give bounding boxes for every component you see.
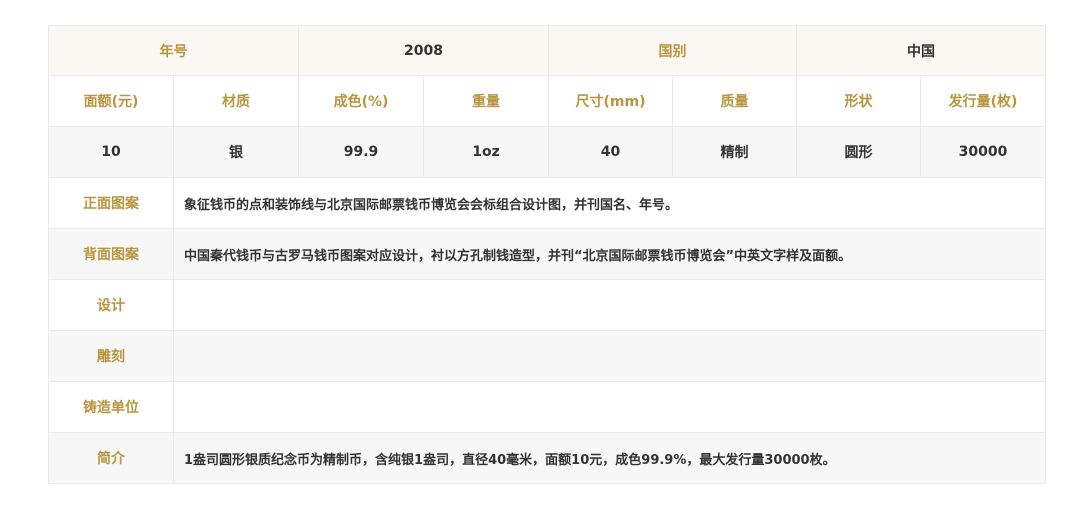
obverse-row: 正面图案 象征钱币的点和装饰线与北京国际邮票钱币博览会会标组合设计图，并刊国名、… (48, 177, 1046, 229)
summary-value: 1盎司圆形银质纪念币为精制币，含纯银1盎司，直径40毫米，面额10元，成色99.… (173, 432, 1046, 484)
header-row: 年号 2008 国别 中国 (48, 25, 1046, 76)
reverse-row: 背面图案 中国秦代钱币与古罗马钱币图案对应设计，衬以方孔制钱造型，并刊“北京国际… (48, 228, 1046, 280)
engraving-label: 雕刻 (48, 330, 174, 382)
material-value: 银 (173, 126, 299, 178)
mintage-header: 发行量(枚) (920, 75, 1046, 127)
size-header: 尺寸(mm) (548, 75, 673, 127)
spec-header-row: 面额(元) 材质 成色(%) 重量 尺寸(mm) 质量 形状 发行量(枚) (48, 75, 1046, 127)
obverse-label: 正面图案 (48, 177, 174, 229)
denomination-value: 10 (48, 126, 174, 178)
shape-header: 形状 (796, 75, 921, 127)
mintage-value: 30000 (920, 126, 1046, 178)
weight-header: 重量 (423, 75, 549, 127)
mint-value (173, 381, 1046, 433)
coin-spec-table: 年号 2008 国别 中国 面额(元) 材质 成色(%) 重量 尺寸(mm) 质… (48, 25, 1046, 484)
engraving-value (173, 330, 1046, 382)
quality-header: 质量 (672, 75, 797, 127)
summary-row: 简介 1盎司圆形银质纪念币为精制币，含纯银1盎司，直径40毫米，面额10元，成色… (48, 432, 1046, 484)
material-header: 材质 (173, 75, 299, 127)
design-row: 设计 (48, 279, 1046, 331)
size-value: 40 (548, 126, 673, 178)
engraving-row: 雕刻 (48, 330, 1046, 382)
year-value: 2008 (298, 25, 549, 76)
design-label: 设计 (48, 279, 174, 331)
country-value: 中国 (796, 25, 1046, 76)
reverse-label: 背面图案 (48, 228, 174, 280)
quality-value: 精制 (672, 126, 797, 178)
mint-label: 铸造单位 (48, 381, 174, 433)
weight-value: 1oz (423, 126, 549, 178)
country-label: 国别 (548, 25, 797, 76)
denomination-header: 面额(元) (48, 75, 174, 127)
design-value (173, 279, 1046, 331)
shape-value: 圆形 (796, 126, 921, 178)
reverse-value: 中国秦代钱币与古罗马钱币图案对应设计，衬以方孔制钱造型，并刊“北京国际邮票钱币博… (173, 228, 1046, 280)
year-label: 年号 (48, 25, 299, 76)
mint-row: 铸造单位 (48, 381, 1046, 433)
fineness-value: 99.9 (298, 126, 424, 178)
summary-label: 简介 (48, 432, 174, 484)
obverse-value: 象征钱币的点和装饰线与北京国际邮票钱币博览会会标组合设计图，并刊国名、年号。 (173, 177, 1046, 229)
spec-value-row: 10 银 99.9 1oz 40 精制 圆形 30000 (48, 126, 1046, 178)
fineness-header: 成色(%) (298, 75, 424, 127)
